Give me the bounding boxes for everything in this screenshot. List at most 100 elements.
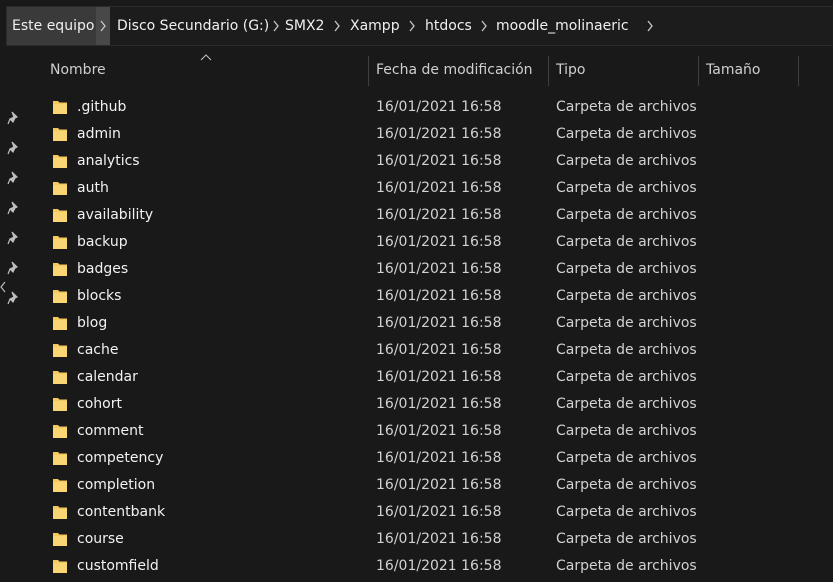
file-date: 16/01/2021 16:58 (376, 369, 502, 385)
folder-icon (53, 182, 67, 195)
file-name[interactable]: availability (77, 202, 153, 229)
folder-icon (53, 155, 67, 168)
file-date: 16/01/2021 16:58 (376, 504, 502, 520)
file-date: 16/01/2021 16:58 (376, 396, 502, 412)
folder-icon (53, 479, 67, 492)
pin-icon[interactable] (7, 261, 21, 275)
chevron-right-icon[interactable] (477, 7, 491, 45)
file-row[interactable]: auth 16/01/2021 16:58 Carpeta de archivos (40, 175, 833, 202)
column-header-type[interactable]: Tipo (556, 52, 585, 88)
breadcrumb-item-smx2[interactable]: SMX2 (285, 7, 324, 45)
file-name[interactable]: course (77, 526, 124, 553)
folder-icon (53, 290, 67, 303)
chevron-right-icon[interactable] (96, 7, 110, 45)
breadcrumb-item-htdocs[interactable]: htdocs (425, 7, 472, 45)
file-name[interactable]: auth (77, 175, 109, 202)
column-header-name[interactable]: Nombre (50, 52, 106, 88)
file-row[interactable]: admin 16/01/2021 16:58 Carpeta de archivos (40, 121, 833, 148)
column-header-row: Nombre Fecha de modificación Tipo Tamaño (40, 52, 833, 88)
file-name[interactable]: competency (77, 445, 163, 472)
file-row[interactable]: blog 16/01/2021 16:58 Carpeta de archivos (40, 310, 833, 337)
file-type: Carpeta de archivos (556, 504, 697, 520)
column-divider[interactable] (548, 56, 549, 86)
file-name[interactable]: backup (77, 229, 128, 256)
file-row[interactable]: cohort 16/01/2021 16:58 Carpeta de archivo… (40, 391, 833, 418)
pin-icon[interactable] (7, 141, 21, 155)
column-divider[interactable] (798, 56, 799, 86)
file-name[interactable]: completion (77, 472, 155, 499)
file-type: Carpeta de archivos (556, 180, 697, 196)
file-row[interactable]: comment 16/01/2021 16:58 Carpeta de archiv… (40, 418, 833, 445)
folder-icon (53, 425, 67, 438)
file-date: 16/01/2021 16:58 (376, 477, 502, 493)
file-row[interactable]: analytics 16/01/2021 16:58 Carpeta de arch… (40, 148, 833, 175)
file-name[interactable]: blog (77, 310, 107, 337)
file-row[interactable]: competency 16/01/2021 16:58 Carpeta de arc… (40, 445, 833, 472)
folder-icon (53, 371, 67, 384)
file-type: Carpeta de archivos (556, 369, 697, 385)
file-row[interactable]: calendar 16/01/2021 16:58 Carpeta de archi… (40, 364, 833, 391)
folder-icon (53, 452, 67, 465)
file-name[interactable]: customfield (77, 553, 159, 580)
file-date: 16/01/2021 16:58 (376, 423, 502, 439)
chevron-right-icon[interactable] (330, 7, 344, 45)
pin-icon[interactable] (7, 291, 21, 305)
pin-icon[interactable] (7, 201, 21, 215)
column-header-date[interactable]: Fecha de modificación (376, 52, 533, 88)
file-type: Carpeta de archivos (556, 423, 697, 439)
file-date: 16/01/2021 16:58 (376, 315, 502, 331)
file-row[interactable]: blocks 16/01/2021 16:58 Carpeta de archivo… (40, 283, 833, 310)
file-date: 16/01/2021 16:58 (376, 126, 502, 142)
chevron-right-icon[interactable] (405, 7, 419, 45)
folder-icon (53, 317, 67, 330)
breadcrumb-item-este-equipo[interactable]: Este equipo (7, 7, 100, 45)
file-type: Carpeta de archivos (556, 531, 697, 547)
pin-icon[interactable] (7, 111, 21, 125)
file-name[interactable]: comment (77, 418, 144, 445)
file-type: Carpeta de archivos (556, 477, 697, 493)
chevron-right-icon[interactable] (643, 7, 657, 45)
file-row[interactable]: contentbank 16/01/2021 16:58 Carpeta de ar… (40, 499, 833, 526)
file-name[interactable]: contentbank (77, 499, 165, 526)
breadcrumb[interactable]: Este equipo Disco Secundario (G:) SMX2 X… (6, 6, 833, 46)
file-row[interactable]: customfield 16/01/2021 16:58 Carpeta de ar… (40, 553, 833, 580)
file-date: 16/01/2021 16:58 (376, 342, 502, 358)
file-row[interactable]: course 16/01/2021 16:58 Carpeta de archivo… (40, 526, 833, 553)
file-date: 16/01/2021 16:58 (376, 234, 502, 250)
file-type: Carpeta de archivos (556, 396, 697, 412)
breadcrumb-item-xampp[interactable]: Xampp (350, 7, 400, 45)
column-divider[interactable] (368, 56, 369, 86)
file-row[interactable]: backup 16/01/2021 16:58 Carpeta de archivo… (40, 229, 833, 256)
file-name[interactable]: admin (77, 121, 121, 148)
file-date: 16/01/2021 16:58 (376, 288, 502, 304)
breadcrumb-item-moodle-molinaeric[interactable]: moodle_molinaeric (496, 7, 629, 45)
file-date: 16/01/2021 16:58 (376, 531, 502, 547)
pin-icon[interactable] (7, 171, 21, 185)
file-row[interactable]: availability 16/01/2021 16:58 Carpeta de a… (40, 202, 833, 229)
file-row[interactable]: completion 16/01/2021 16:58 Carpeta de arc… (40, 472, 833, 499)
file-date: 16/01/2021 16:58 (376, 261, 502, 277)
column-divider[interactable] (698, 56, 699, 86)
folder-icon (53, 533, 67, 546)
file-type: Carpeta de archivos (556, 207, 697, 223)
address-bar: Este equipo Disco Secundario (G:) SMX2 X… (0, 0, 833, 50)
file-row[interactable]: badges 16/01/2021 16:58 Carpeta de archivo… (40, 256, 833, 283)
column-header-size[interactable]: Tamaño (706, 52, 760, 88)
file-type: Carpeta de archivos (556, 234, 697, 250)
file-date: 16/01/2021 16:58 (376, 207, 502, 223)
file-name[interactable]: calendar (77, 364, 138, 391)
pin-icon[interactable] (7, 231, 21, 245)
file-row[interactable]: cache 16/01/2021 16:58 Carpeta de archivos (40, 337, 833, 364)
file-name[interactable]: cache (77, 337, 118, 364)
file-name[interactable]: cohort (77, 391, 122, 418)
file-row[interactable]: .github 16/01/2021 16:58 Carpeta de archiv… (40, 94, 833, 121)
file-name[interactable]: .github (77, 94, 126, 121)
chevron-left-icon[interactable] (0, 281, 6, 293)
file-type: Carpeta de archivos (556, 450, 697, 466)
file-name[interactable]: badges (77, 256, 128, 283)
file-name[interactable]: analytics (77, 148, 140, 175)
file-date: 16/01/2021 16:58 (376, 99, 502, 115)
chevron-right-icon[interactable] (269, 7, 283, 45)
breadcrumb-item-disco-secundario[interactable]: Disco Secundario (G:) (117, 7, 269, 45)
file-name[interactable]: blocks (77, 283, 121, 310)
